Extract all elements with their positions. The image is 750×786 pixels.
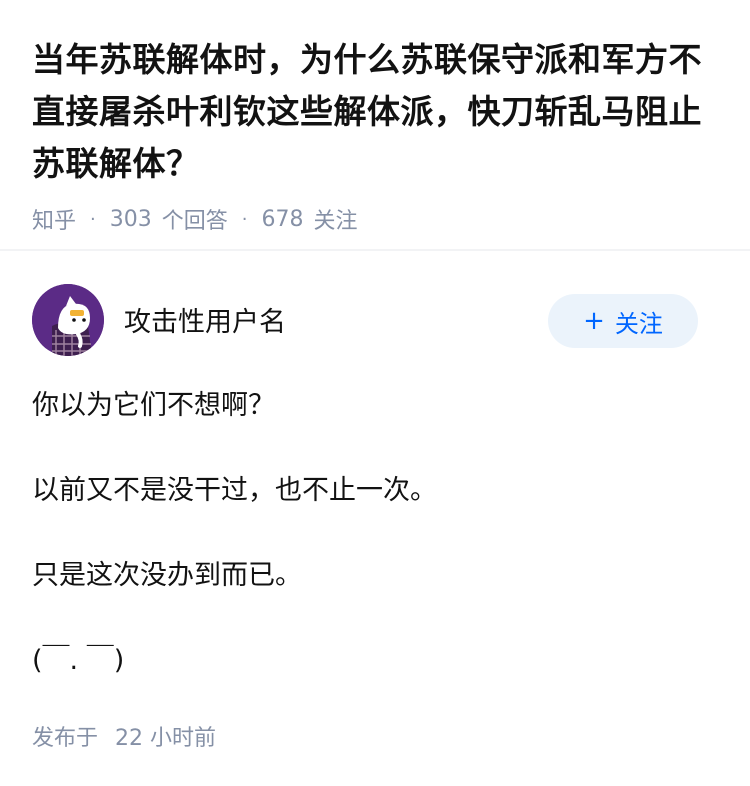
source-label[interactable]: 知乎 [32, 203, 76, 235]
publish-info: 发布于 22 小时前 [32, 720, 216, 752]
question-title[interactable]: 当年苏联解体时，为什么苏联保守派和军方不直接屠杀叶利钦这些解体派，快刀斩乱马阻止… [32, 34, 722, 190]
cartoon-avatar-icon [32, 284, 104, 356]
question-meta: 知乎 · 303 个回答 · 678 关注 [32, 203, 722, 235]
follow-count-label: 关注 [313, 209, 358, 234]
answer-paragraph: 以前又不是没干过，也不止一次。 [32, 475, 437, 506]
answer-content: 你以为它们不想啊？ 以前又不是没干过，也不止一次。 只是这次没办到而已。 (￣.… [32, 386, 722, 726]
answer-count: 303 [109, 206, 152, 232]
avatar[interactable] [32, 284, 104, 356]
section-divider [0, 249, 750, 251]
author-row: 攻击性用户名 + 关注 [32, 284, 698, 356]
separator-dot: · [241, 208, 248, 230]
follow-button-label: 关注 [614, 309, 663, 338]
answer-count-label: 个回答 [161, 209, 228, 234]
question-header: 当年苏联解体时，为什么苏联保守派和军方不直接屠杀叶利钦这些解体派，快刀斩乱马阻止… [32, 34, 722, 234]
answer-paragraph: 只是这次没办到而已。 [32, 560, 302, 591]
author-name[interactable]: 攻击性用户名 [124, 300, 286, 339]
answer-paragraph: 你以为它们不想啊？ [32, 390, 275, 421]
follow-count: 678 [261, 206, 304, 232]
plus-icon: + [583, 306, 605, 336]
separator-dot: · [90, 208, 96, 230]
answer-paragraph: (￣. ￣) [32, 645, 125, 676]
follow-button[interactable]: + 关注 [548, 294, 698, 348]
publish-label: 发布于 [32, 726, 99, 751]
publish-time: 22 小时前 [115, 726, 217, 751]
